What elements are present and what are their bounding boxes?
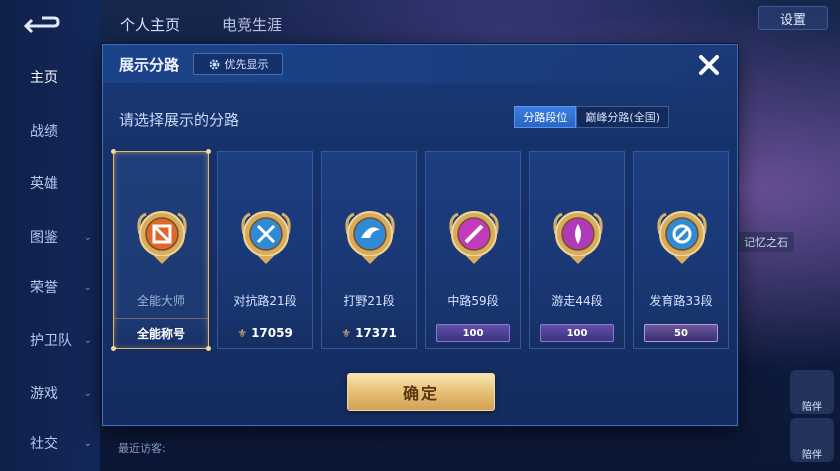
selection-corner xyxy=(111,149,116,154)
lane-card-name: 对抗路21段 xyxy=(233,294,297,308)
power-score-icon: ⚜ xyxy=(341,326,352,340)
nav-item[interactable]: 游戏 ⌄ xyxy=(0,378,100,408)
lane-card-name: 中路59段 xyxy=(447,294,499,308)
lane-card[interactable]: 发育路33段 50 xyxy=(633,151,729,349)
lane-card-footer: 50 xyxy=(634,318,728,348)
lane-card-footer: ⚜ 17371 xyxy=(322,318,416,348)
selection-corner xyxy=(206,149,211,154)
close-button[interactable] xyxy=(695,51,723,79)
modal-header: 展示分路 优先显示 xyxy=(103,45,737,83)
title-label: 全能称号 xyxy=(136,327,185,341)
nav-item[interactable]: 战绩 xyxy=(0,116,100,146)
top-tabs: 个人主页 电竞生涯 xyxy=(100,0,840,44)
recent-visitors-label: 最近访客: xyxy=(118,442,166,455)
rank-stars-badge: 100 xyxy=(436,324,510,342)
nav-item[interactable]: 主页 xyxy=(0,62,100,92)
confirm-button[interactable]: 确定 xyxy=(347,373,495,411)
nav-item[interactable]: 英雄 xyxy=(0,168,100,198)
chevron-down-icon: ⌄ xyxy=(83,231,92,243)
selection-corner xyxy=(111,346,116,351)
nav-item-label: 图鉴 xyxy=(30,230,58,246)
lane-card-footer: ⚜ 17059 xyxy=(218,318,312,348)
close-icon xyxy=(699,55,719,75)
power-score-icon: ⚜ xyxy=(237,326,248,340)
tab-esports[interactable]: 电竞生涯 xyxy=(222,14,282,35)
nav-item[interactable]: 护卫队 ⌄ xyxy=(0,325,100,355)
chevron-down-icon: ⌄ xyxy=(83,387,92,399)
left-nav: 主页战绩英雄图鉴 ⌄ 荣誉 ⌄ 护卫队 ⌄ 游戏 ⌄ 社交 ⌄ xyxy=(0,0,100,471)
nav-item-label: 英雄 xyxy=(30,176,58,192)
nav-item-label: 战绩 xyxy=(30,124,58,140)
lane-card[interactable]: 全能大师 全能称号 xyxy=(111,149,211,351)
rank-stars-badge: 100 xyxy=(540,324,614,342)
lane-card[interactable]: 对抗路21段 ⚜ 17059 xyxy=(217,151,313,349)
clash-lane-emblem-icon xyxy=(236,204,296,268)
lane-card-footer: 100 xyxy=(530,318,624,348)
tab-peak-lane[interactable]: 巅峰分路(全国) xyxy=(576,106,669,128)
lane-card[interactable]: 中路59段 100 xyxy=(425,151,521,349)
lane-card-footer: 全能称号 xyxy=(114,318,208,348)
lane-card[interactable]: 游走44段 100 xyxy=(529,151,625,349)
lane-card-name: 打野21段 xyxy=(343,294,395,308)
tab-profile[interactable]: 个人主页 xyxy=(120,14,180,35)
nav-item-label: 主页 xyxy=(30,70,58,86)
gear-icon xyxy=(209,59,219,69)
power-score-value: 17371 xyxy=(355,326,397,340)
chevron-down-icon: ⌄ xyxy=(83,437,92,449)
right-side-buttons: 陪伴 陪伴 xyxy=(790,370,834,465)
lane-card-footer: 100 xyxy=(426,318,520,348)
lane-card-name: 全能大师 xyxy=(136,294,185,308)
modal-title: 展示分路 xyxy=(119,56,180,74)
companion-button[interactable]: 陪伴 xyxy=(790,370,834,414)
farm-lane-emblem-icon xyxy=(652,204,712,268)
selection-corner xyxy=(206,346,211,351)
nav-item[interactable]: 荣誉 ⌄ xyxy=(0,272,100,302)
nav-item[interactable]: 图鉴 ⌄ xyxy=(0,222,100,252)
lane-card-name: 发育路33段 xyxy=(649,294,713,308)
memory-stone-label[interactable]: 记忆之石 xyxy=(738,232,794,252)
rank-stars-value: 100 xyxy=(462,327,484,339)
nav-item-label: 荣誉 xyxy=(30,280,58,296)
lane-card[interactable]: 打野21段 ⚜ 17371 xyxy=(321,151,417,349)
nav-item[interactable]: 社交 ⌄ xyxy=(0,428,100,458)
chevron-down-icon: ⌄ xyxy=(83,334,92,346)
lane-mode-toggle: 分路段位 巅峰分路(全国) xyxy=(514,106,669,128)
rank-stars-value: 50 xyxy=(674,327,688,339)
rank-stars-value: 100 xyxy=(566,327,588,339)
nav-item-label: 护卫队 xyxy=(30,333,72,349)
settings-button[interactable]: 设置 xyxy=(758,6,828,30)
all-round-master-emblem-icon xyxy=(132,204,192,268)
roam-emblem-icon xyxy=(548,204,608,268)
lane-cards: 全能大师 全能称号 对抗路21段 ⚜ 17059 打野21段 ⚜ 17371 中路59段 100 游… xyxy=(111,149,729,351)
priority-display-label: 优先显示 xyxy=(224,58,269,71)
tab-lane-rank[interactable]: 分路段位 xyxy=(514,106,577,128)
back-arrow-icon[interactable] xyxy=(22,12,62,34)
nav-item-label: 游戏 xyxy=(30,386,58,402)
power-score-value: 17059 xyxy=(251,326,293,340)
companion-button-2[interactable]: 陪伴 xyxy=(790,418,834,462)
modal-subtitle: 请选择展示的分路 xyxy=(119,111,240,129)
priority-display-button[interactable]: 优先显示 xyxy=(193,53,283,75)
nav-item-label: 社交 xyxy=(30,436,58,452)
lane-card-name: 游走44段 xyxy=(551,294,603,308)
chevron-down-icon: ⌄ xyxy=(83,281,92,293)
jungle-emblem-icon xyxy=(340,204,400,268)
mid-lane-emblem-icon xyxy=(444,204,504,268)
lane-display-modal: 展示分路 优先显示 请选择展示的分路 分路段位 巅峰分路(全国) 全能大师全能称… xyxy=(102,44,738,426)
rank-stars-badge: 50 xyxy=(644,324,718,342)
